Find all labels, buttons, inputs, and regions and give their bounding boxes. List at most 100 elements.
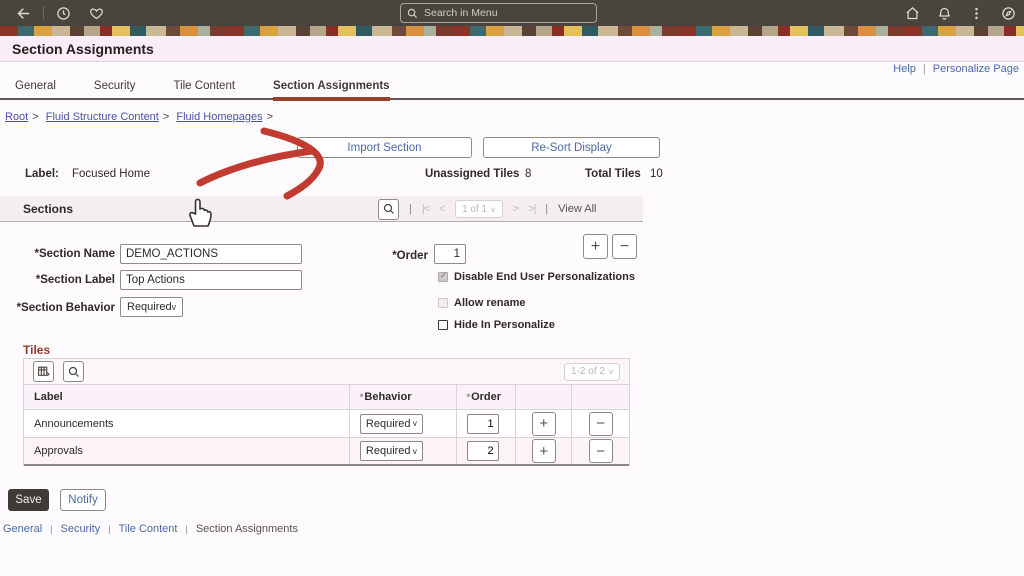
tab-security[interactable]: Security xyxy=(94,80,136,98)
hide-in-personalize-checkbox[interactable] xyxy=(438,320,448,330)
heart-icon[interactable] xyxy=(89,6,104,21)
personalize-page-link[interactable]: Personalize Page xyxy=(933,63,1019,75)
section-behavior-select[interactable]: Required v xyxy=(120,297,183,317)
compass-icon[interactable] xyxy=(1001,6,1016,21)
global-search-box[interactable] xyxy=(400,3,597,23)
theme-ribbon-banner xyxy=(0,26,1024,36)
tab-section-assignments[interactable]: Section Assignments xyxy=(273,80,390,101)
chevron-down-icon: v xyxy=(609,367,613,376)
table-row: Approvals Requiredv + − xyxy=(24,438,629,466)
footer-link-security[interactable]: Security xyxy=(60,523,100,535)
tile-order-input[interactable] xyxy=(467,441,499,461)
section-label-label: *Section Label xyxy=(0,274,115,286)
search-icon xyxy=(407,8,418,19)
column-header-remove xyxy=(572,385,629,409)
tile-order-input[interactable] xyxy=(467,414,499,434)
help-link[interactable]: Help xyxy=(893,63,916,75)
tile-label-cell: Approvals xyxy=(24,438,350,464)
breadcrumb-root[interactable]: Root xyxy=(5,111,28,123)
remove-section-button[interactable]: − xyxy=(612,234,637,259)
remove-row-button[interactable]: − xyxy=(589,412,613,436)
footer-link-general[interactable]: General xyxy=(3,523,42,535)
import-section-button[interactable]: Import Section xyxy=(297,137,472,158)
tab-general[interactable]: General xyxy=(15,80,56,98)
notify-button[interactable]: Notify xyxy=(60,489,106,511)
tile-behavior-value: Required xyxy=(366,445,411,457)
sections-pagination: | |< < 1 of 1 v > >| | View All xyxy=(378,196,596,222)
breadcrumb-separator: > xyxy=(32,111,38,123)
hide-in-personalize-checkbox-row: Hide In Personalize xyxy=(438,319,555,331)
column-header-text: Order xyxy=(471,391,501,403)
view-all-link[interactable]: View All xyxy=(558,203,596,215)
column-header-add xyxy=(516,385,572,409)
breadcrumb: Root > Fluid Structure Content > Fluid Hom… xyxy=(5,111,277,123)
top-navigation-bar xyxy=(0,0,1024,26)
page-select[interactable]: 1 of 1 v xyxy=(455,200,503,218)
tile-behavior-value: Required xyxy=(366,418,411,430)
footer-separator: | xyxy=(185,524,187,534)
checkbox-label: Disable End User Personalizations xyxy=(454,271,635,283)
resort-display-button[interactable]: Re-Sort Display xyxy=(483,137,660,158)
chevron-down-icon: v xyxy=(172,302,177,312)
checkbox-label: Hide In Personalize xyxy=(454,319,555,331)
table-row: Announcements Requiredv + − xyxy=(24,410,629,438)
add-row-button[interactable]: + xyxy=(532,439,556,463)
remove-row-button[interactable]: − xyxy=(589,439,613,463)
grid-options-button[interactable] xyxy=(33,361,54,382)
first-page-button[interactable]: |< xyxy=(422,203,429,215)
summary-row: Label: Focused Home Unassigned Tiles 8 T… xyxy=(0,168,1024,182)
required-asterisk: * xyxy=(467,392,471,402)
section-label-input[interactable] xyxy=(120,270,302,290)
add-section-button[interactable]: + xyxy=(583,234,608,259)
previous-page-button[interactable]: < xyxy=(439,203,444,215)
home-icon[interactable] xyxy=(905,6,920,21)
breadcrumb-fluid-structure-content[interactable]: Fluid Structure Content xyxy=(46,111,159,123)
save-button[interactable]: Save xyxy=(8,489,49,511)
grid-icon xyxy=(37,365,50,378)
required-asterisk: * xyxy=(360,392,364,402)
allow-rename-checkbox[interactable] xyxy=(438,298,448,308)
back-arrow-icon[interactable] xyxy=(16,6,31,21)
clock-icon[interactable] xyxy=(56,6,71,21)
last-page-button[interactable]: >| xyxy=(528,203,535,215)
chevron-down-icon: v xyxy=(413,447,417,456)
utility-separator: | xyxy=(923,63,926,75)
pager-separator: | xyxy=(409,203,412,215)
tab-bar: General Security Tile Content Section As… xyxy=(0,80,1024,100)
tile-behavior-select[interactable]: Requiredv xyxy=(360,414,423,434)
tiles-table: Label *Behavior *Order Announcements Req… xyxy=(23,385,630,466)
chevron-down-icon: v xyxy=(413,419,417,428)
tiles-toolbar: 1-2 of 2 v xyxy=(23,358,630,385)
column-header-behavior: *Behavior xyxy=(350,385,457,409)
total-tiles-value: 10 xyxy=(650,168,663,180)
section-behavior-label: *Section Behavior xyxy=(0,302,115,314)
tiles-page-select[interactable]: 1-2 of 2 v xyxy=(564,363,620,381)
order-label: *Order xyxy=(313,250,428,262)
search-icon xyxy=(68,366,80,378)
bell-icon[interactable] xyxy=(937,6,952,21)
mouse-cursor-icon xyxy=(184,194,214,228)
allow-rename-checkbox-row: Allow rename xyxy=(438,297,526,309)
tiles-search-button[interactable] xyxy=(63,361,84,382)
label-value: Focused Home xyxy=(72,168,150,180)
breadcrumb-fluid-homepages[interactable]: Fluid Homepages xyxy=(176,111,262,123)
tile-behavior-select[interactable]: Requiredv xyxy=(360,441,423,461)
sections-search-button[interactable] xyxy=(378,199,399,220)
tiles-title: Tiles xyxy=(23,343,50,357)
unassigned-tiles-caption: Unassigned Tiles xyxy=(425,168,519,180)
pager-separator: | xyxy=(545,203,548,215)
kebab-menu-icon[interactable] xyxy=(969,6,984,21)
unassigned-tiles-value: 8 xyxy=(525,168,531,180)
column-header-order: *Order xyxy=(457,385,517,409)
next-page-button[interactable]: > xyxy=(513,203,518,215)
search-input[interactable] xyxy=(424,7,574,19)
page-title: Section Assignments xyxy=(12,41,154,57)
disable-end-user-personalizations-checkbox[interactable] xyxy=(438,272,448,282)
footer-separator: | xyxy=(50,524,52,534)
add-row-button[interactable]: + xyxy=(532,412,556,436)
footer-link-tile-content[interactable]: Tile Content xyxy=(119,523,178,535)
order-input[interactable] xyxy=(434,244,466,264)
breadcrumb-separator: > xyxy=(267,111,273,123)
section-name-input[interactable] xyxy=(120,244,302,264)
tab-tile-content[interactable]: Tile Content xyxy=(173,80,235,98)
